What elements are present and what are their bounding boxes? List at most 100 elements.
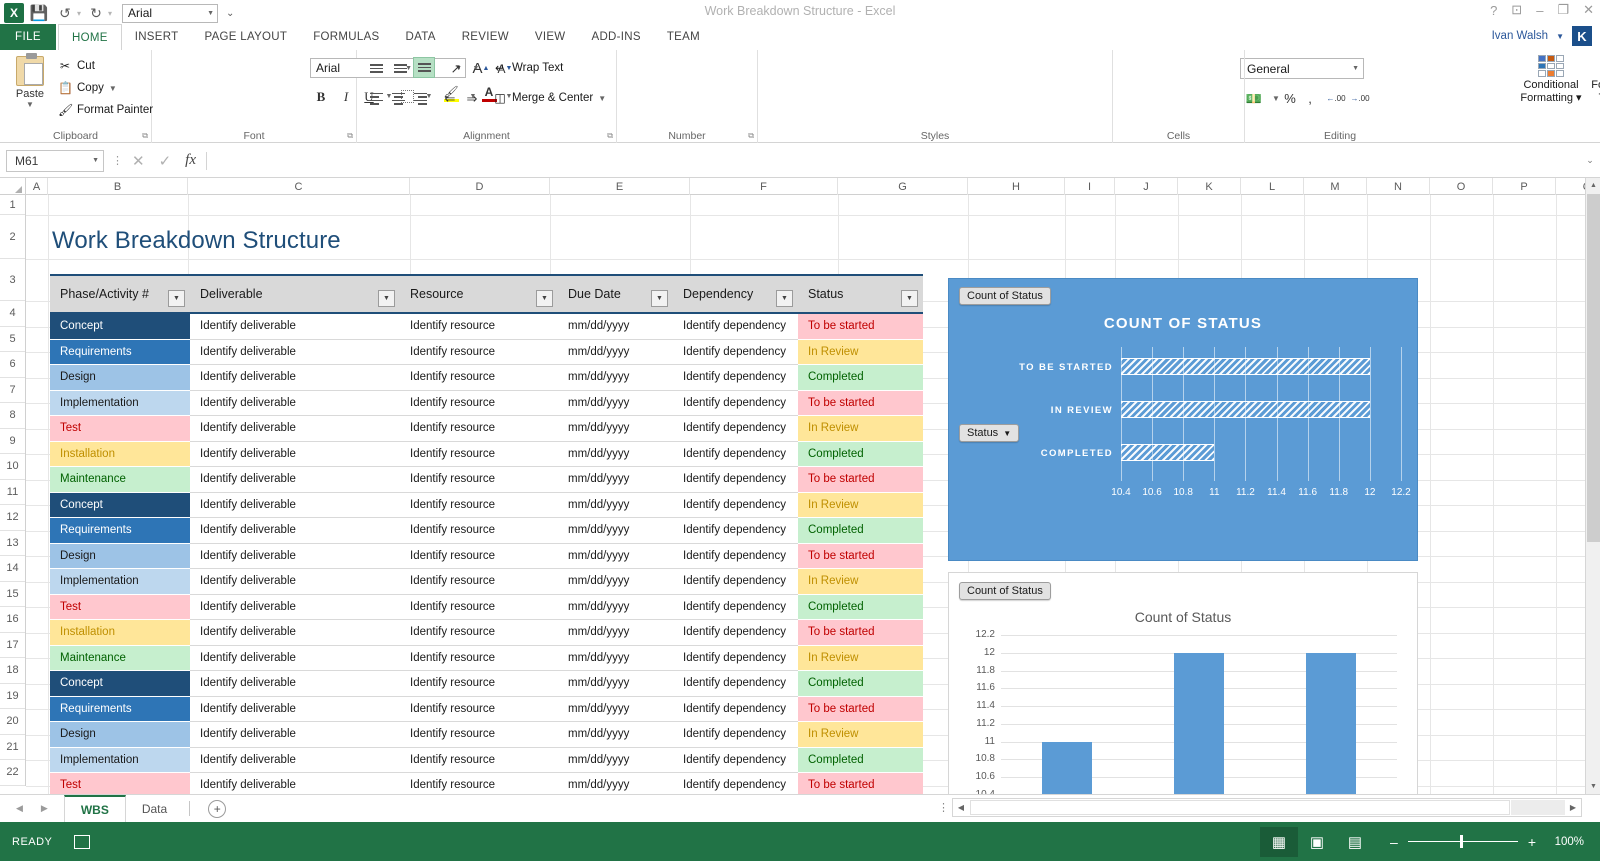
increase-indent-icon[interactable]: ⇒ [461, 88, 483, 109]
row-header-17[interactable]: 17 [0, 633, 25, 659]
cell-deliverable[interactable]: Identify deliverable [190, 646, 400, 672]
cell-due-date[interactable]: mm/dd/yyyy [558, 748, 673, 774]
cell-status[interactable]: In Review [798, 569, 923, 595]
pivot-axis-button-status[interactable]: Status ▼ [959, 424, 1019, 442]
row-header-18[interactable]: 18 [0, 658, 25, 684]
horizontal-scroll-rest[interactable] [1511, 800, 1565, 815]
conditional-formatting-button[interactable]: Conditional Formatting ▾ [1520, 55, 1582, 104]
cell-deliverable[interactable]: Identify deliverable [190, 340, 400, 366]
cell-phase[interactable]: Maintenance [50, 467, 190, 493]
cell-deliverable[interactable]: Identify deliverable [190, 442, 400, 468]
cell-deliverable[interactable]: Identify deliverable [190, 569, 400, 595]
table-row[interactable]: DesignIdentify deliverableIdentify resou… [50, 722, 923, 748]
table-row[interactable]: TestIdentify deliverableIdentify resourc… [50, 595, 923, 621]
filter-dropdown-icon[interactable]: ▼ [378, 290, 395, 307]
tab-add-ins[interactable]: ADD-INS [578, 24, 653, 50]
ribbon-display-options-icon[interactable]: ⊡ [1511, 2, 1522, 18]
decrease-indent-icon[interactable]: ⇐ [439, 88, 461, 109]
cell-dependency[interactable]: Identify dependency [673, 314, 798, 340]
row-header-22[interactable]: 22 [0, 760, 25, 786]
row-header-9[interactable]: 9 [0, 429, 25, 455]
cell-resource[interactable]: Identify resource [400, 442, 558, 468]
filter-dropdown-icon[interactable]: ▼ [776, 290, 793, 307]
column-header-M[interactable]: M [1304, 178, 1367, 195]
column-header-A[interactable]: A [26, 178, 48, 195]
table-row[interactable]: ConceptIdentify deliverableIdentify reso… [50, 314, 923, 340]
cell-resource[interactable]: Identify resource [400, 391, 558, 417]
cell-due-date[interactable]: mm/dd/yyyy [558, 365, 673, 391]
zoom-out-button[interactable]: – [1390, 834, 1398, 850]
cell-due-date[interactable]: mm/dd/yyyy [558, 646, 673, 672]
cell-resource[interactable]: Identify resource [400, 697, 558, 723]
cell-resource[interactable]: Identify resource [400, 646, 558, 672]
zoom-slider-thumb[interactable] [1460, 835, 1463, 848]
column-header-F[interactable]: F [690, 178, 838, 195]
zoom-level[interactable]: 100% [1546, 836, 1592, 848]
cell-phase[interactable]: Design [50, 722, 190, 748]
cell-status[interactable]: In Review [798, 646, 923, 672]
filter-dropdown-icon[interactable]: ▼ [168, 290, 185, 307]
cell-due-date[interactable]: mm/dd/yyyy [558, 544, 673, 570]
cell-status[interactable]: To be started [798, 544, 923, 570]
cell-deliverable[interactable]: Identify deliverable [190, 493, 400, 519]
cell-phase[interactable]: Requirements [50, 518, 190, 544]
sheet-canvas[interactable]: Work Breakdown Structure Phase/Activity … [26, 195, 1585, 794]
row-header-6[interactable]: 6 [0, 352, 25, 378]
table-row[interactable]: ImplementationIdentify deliverableIdenti… [50, 748, 923, 774]
column-header-D[interactable]: D [410, 178, 550, 195]
cell-deliverable[interactable]: Identify deliverable [190, 748, 400, 774]
column-header-L[interactable]: L [1241, 178, 1304, 195]
cell-resource[interactable]: Identify resource [400, 569, 558, 595]
new-sheet-button[interactable]: + [208, 800, 226, 818]
scroll-down-icon[interactable]: ▼ [1586, 779, 1600, 794]
orientation-dropdown-icon[interactable]: ▼ [465, 58, 487, 79]
chevron-down-icon[interactable]: ▼ [1556, 32, 1564, 41]
cell-due-date[interactable]: mm/dd/yyyy [558, 671, 673, 697]
align-right-icon[interactable] [409, 88, 431, 109]
number-dialog-launcher-icon[interactable]: ⧉ [748, 131, 754, 141]
cell-phase[interactable]: Design [50, 365, 190, 391]
cell-resource[interactable]: Identify resource [400, 493, 558, 519]
restore-icon[interactable]: ❐ [1557, 2, 1569, 18]
cell-phase[interactable]: Concept [50, 671, 190, 697]
table-row[interactable]: ConceptIdentify deliverableIdentify reso… [50, 671, 923, 697]
sheet-tab-wbs[interactable]: WBS [64, 795, 126, 822]
cell-dependency[interactable]: Identify dependency [673, 442, 798, 468]
align-top-icon[interactable] [365, 58, 387, 79]
row-header-8[interactable]: 8 [0, 403, 25, 429]
cell-phase[interactable]: Installation [50, 620, 190, 646]
tab-file[interactable]: FILE [0, 24, 56, 50]
row-header-19[interactable]: 19 [0, 684, 25, 710]
row-header-1[interactable]: 1 [0, 195, 25, 215]
format-painter-button[interactable]: 🖌 Format Painter [58, 103, 153, 117]
filter-dropdown-icon[interactable]: ▼ [651, 290, 668, 307]
cell-dependency[interactable]: Identify dependency [673, 620, 798, 646]
tab-team[interactable]: TEAM [654, 24, 713, 50]
cell-dependency[interactable]: Identify dependency [673, 646, 798, 672]
cell-deliverable[interactable]: Identify deliverable [190, 467, 400, 493]
cell-status[interactable]: In Review [798, 416, 923, 442]
table-row[interactable]: InstallationIdentify deliverableIdentify… [50, 620, 923, 646]
cell-phase[interactable]: Design [50, 544, 190, 570]
table-row[interactable]: RequirementsIdentify deliverableIdentify… [50, 697, 923, 723]
paste-button[interactable]: Paste ▼ [8, 54, 52, 109]
row-header-16[interactable]: 16 [0, 607, 25, 633]
cell-status[interactable]: To be started [798, 773, 923, 794]
bold-button[interactable]: B [310, 86, 332, 107]
cell-resource[interactable]: Identify resource [400, 671, 558, 697]
cell-status[interactable]: In Review [798, 340, 923, 366]
column-header-C[interactable]: C [188, 178, 410, 195]
cell-due-date[interactable]: mm/dd/yyyy [558, 391, 673, 417]
column-header-J[interactable]: J [1115, 178, 1178, 195]
record-macro-icon[interactable] [74, 835, 90, 849]
column-header-P[interactable]: P [1493, 178, 1556, 195]
column-header-I[interactable]: I [1065, 178, 1115, 195]
cell-deliverable[interactable]: Identify deliverable [190, 671, 400, 697]
scroll-up-icon[interactable]: ▲ [1586, 178, 1600, 193]
table-row[interactable]: TestIdentify deliverableIdentify resourc… [50, 416, 923, 442]
cell-resource[interactable]: Identify resource [400, 518, 558, 544]
minimize-icon[interactable]: – [1536, 3, 1543, 18]
clipboard-dialog-launcher-icon[interactable]: ⧉ [142, 131, 148, 141]
row-header-2[interactable]: 2 [0, 215, 25, 259]
enter-icon[interactable]: ✓ [159, 152, 172, 170]
